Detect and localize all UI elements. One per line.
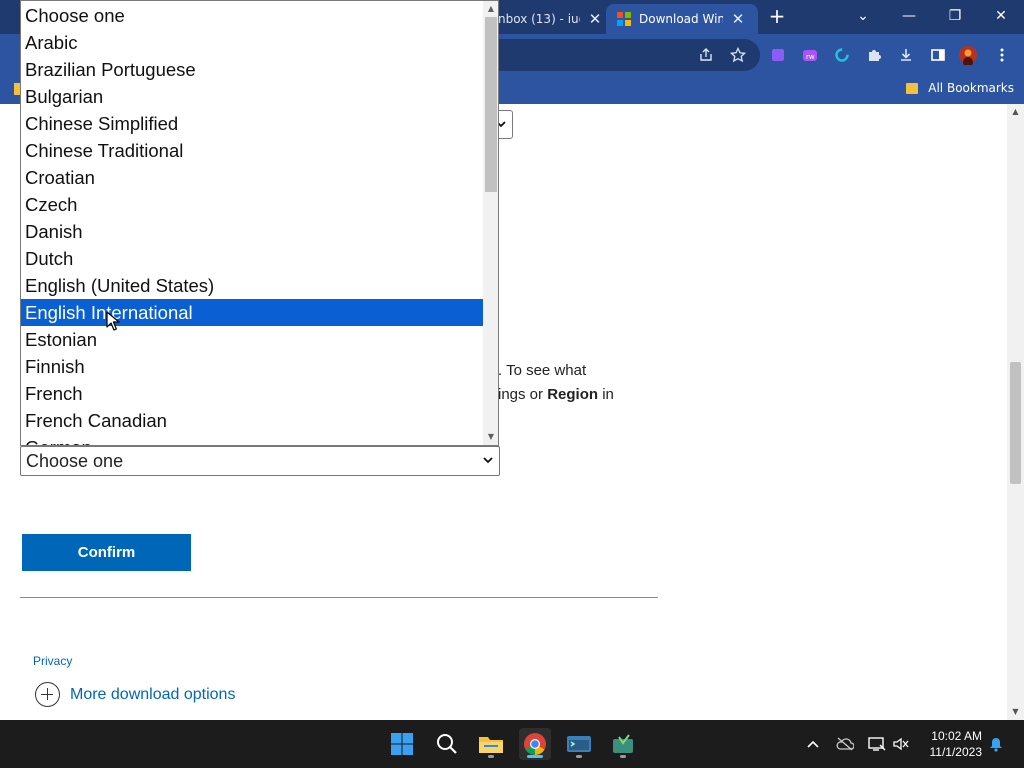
start-button[interactable] bbox=[386, 728, 418, 760]
extension-purple-icon[interactable] bbox=[768, 45, 788, 65]
svg-text:rw: rw bbox=[806, 53, 815, 61]
extension-refresh-icon[interactable] bbox=[832, 45, 852, 65]
language-option[interactable]: Arabic bbox=[21, 29, 483, 56]
running-indicator bbox=[620, 755, 626, 758]
terminal-app-icon bbox=[567, 736, 591, 752]
windows-logo-icon bbox=[391, 733, 413, 755]
instructions-text-line-2: ings or Region in bbox=[498, 386, 614, 403]
close-icon[interactable]: ✕ bbox=[588, 10, 602, 28]
language-option[interactable]: Croatian bbox=[21, 164, 483, 191]
scroll-up-arrow-icon[interactable]: ▲ bbox=[483, 2, 498, 16]
chrome-taskbar-button[interactable] bbox=[519, 728, 551, 760]
download-icon[interactable] bbox=[896, 45, 916, 65]
snip-app-icon bbox=[613, 734, 633, 753]
chrome-icon bbox=[524, 733, 546, 755]
app-taskbar-button-2[interactable] bbox=[607, 728, 639, 760]
language-option[interactable]: Bulgarian bbox=[21, 83, 483, 110]
windows-taskbar: 10:02 AM 11/1/2023 bbox=[0, 720, 1024, 768]
chevron-up-icon[interactable] bbox=[804, 735, 822, 753]
extension-puzzle-purple-icon[interactable]: rw bbox=[800, 45, 820, 65]
all-bookmarks-label: All Bookmarks bbox=[928, 81, 1014, 95]
clock-date: 11/1/2023 bbox=[929, 745, 983, 759]
all-bookmarks-button[interactable]: All Bookmarks bbox=[906, 81, 1014, 95]
restore-button[interactable]: ❐ bbox=[942, 4, 968, 28]
microsoft-logo-icon bbox=[617, 12, 631, 26]
language-options: Choose one Arabic Brazilian Portuguese Bulg… bbox=[21, 2, 483, 445]
running-indicator bbox=[488, 755, 494, 758]
language-option[interactable]: Finnish bbox=[21, 353, 483, 380]
privacy-link[interactable]: Privacy bbox=[33, 654, 72, 668]
notification-bell-icon[interactable] bbox=[987, 735, 1005, 753]
language-option[interactable]: German bbox=[21, 434, 483, 445]
language-option[interactable]: Chinese Simplified bbox=[21, 110, 483, 137]
network-icon[interactable] bbox=[868, 735, 886, 753]
language-option[interactable]: English International bbox=[21, 299, 483, 326]
volume-muted-icon[interactable] bbox=[892, 735, 910, 753]
language-select-value: Choose one bbox=[26, 450, 124, 471]
language-option[interactable]: Danish bbox=[21, 218, 483, 245]
language-option[interactable]: Chinese Traditional bbox=[21, 137, 483, 164]
close-icon[interactable]: ✕ bbox=[731, 10, 745, 28]
new-tab-button[interactable]: + bbox=[766, 5, 788, 27]
language-option[interactable]: Estonian bbox=[21, 326, 483, 353]
tab-download-title: Download Wind bbox=[639, 12, 723, 26]
dropdown-scroll-thumb[interactable] bbox=[485, 17, 497, 192]
divider bbox=[20, 597, 658, 598]
minimize-button[interactable]: — bbox=[896, 4, 922, 28]
language-option[interactable]: French Canadian bbox=[21, 407, 483, 434]
chevron-down-icon bbox=[483, 455, 493, 467]
file-explorer-button[interactable] bbox=[475, 728, 507, 760]
more-download-options-label: More download options bbox=[70, 685, 236, 703]
active-indicator bbox=[527, 755, 543, 758]
address-bar[interactable] bbox=[498, 39, 760, 71]
profile-avatar[interactable] bbox=[958, 45, 978, 65]
folder-icon bbox=[479, 737, 503, 753]
side-panel-icon[interactable] bbox=[928, 45, 948, 65]
language-option[interactable]: Brazilian Portuguese bbox=[21, 56, 483, 83]
language-option[interactable]: French bbox=[21, 380, 483, 407]
search-button[interactable] bbox=[431, 728, 463, 760]
bookmark-star-icon[interactable] bbox=[728, 45, 748, 65]
running-indicator bbox=[576, 755, 582, 758]
system-clock[interactable]: 10:02 AM 11/1/2023 bbox=[930, 728, 983, 760]
search-icon bbox=[437, 734, 457, 754]
language-dropdown-list[interactable]: Choose one Arabic Brazilian Portuguese Bulg… bbox=[20, 0, 499, 446]
language-select[interactable]: Choose one bbox=[20, 446, 500, 476]
tab-inbox-title: nbox (13) - iu@ bbox=[498, 12, 580, 26]
instructions-text-line-1: . To see what bbox=[498, 362, 587, 379]
dropdown-scrollbar[interactable]: ▲ ▼ bbox=[483, 1, 498, 445]
language-option[interactable]: English (United States) bbox=[21, 272, 483, 299]
scroll-up-arrow-icon[interactable]: ▲ bbox=[1007, 106, 1024, 118]
language-option[interactable]: Choose one bbox=[21, 2, 483, 29]
clock-time: 10:02 AM bbox=[931, 729, 982, 743]
page-scrollbar[interactable]: ▲ ▼ bbox=[1007, 104, 1024, 720]
folder-icon bbox=[906, 82, 919, 94]
app-taskbar-button[interactable] bbox=[563, 728, 595, 760]
share-icon[interactable] bbox=[696, 45, 716, 65]
more-download-options-button[interactable]: More download options bbox=[35, 682, 235, 707]
page-scroll-thumb[interactable] bbox=[1010, 362, 1021, 484]
onedrive-offline-icon[interactable] bbox=[836, 735, 854, 753]
tab-download-windows[interactable]: Download Wind ✕ bbox=[606, 4, 758, 34]
language-option[interactable]: Dutch bbox=[21, 245, 483, 272]
mouse-cursor-icon bbox=[106, 311, 120, 331]
tab-search-icon[interactable]: ⌄ bbox=[850, 4, 876, 28]
scroll-down-arrow-icon[interactable]: ▼ bbox=[483, 430, 498, 444]
plus-circle-icon bbox=[35, 682, 60, 707]
close-window-button[interactable]: ✕ bbox=[988, 4, 1014, 28]
scroll-down-arrow-icon[interactable]: ▼ bbox=[1007, 706, 1024, 718]
tab-inbox[interactable]: nbox (13) - iu@ ✕ bbox=[498, 4, 606, 34]
language-option[interactable]: Czech bbox=[21, 191, 483, 218]
chrome-menu-icon[interactable] bbox=[992, 45, 1012, 65]
confirm-button[interactable]: Confirm bbox=[22, 534, 191, 571]
extensions-puzzle-icon[interactable] bbox=[864, 45, 884, 65]
